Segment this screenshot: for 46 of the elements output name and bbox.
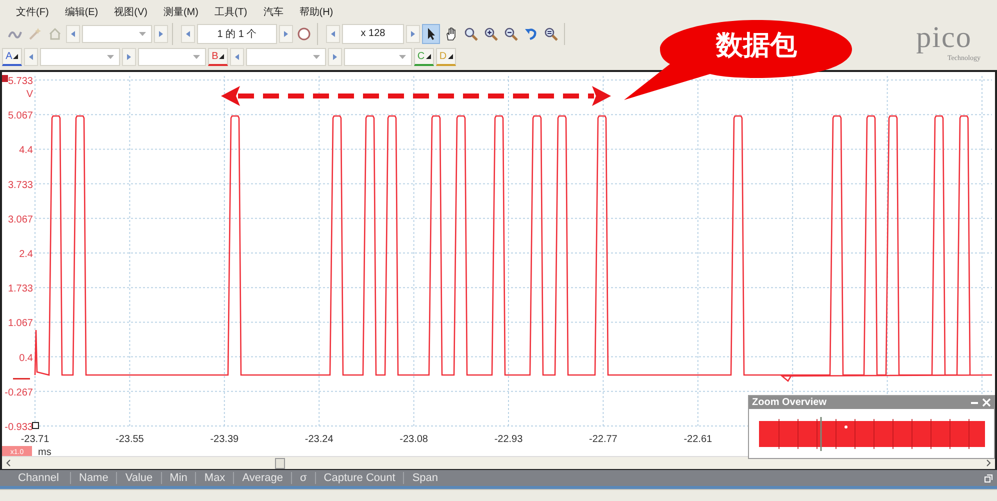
y-axis-label: 0.4 (19, 352, 33, 364)
x-axis-label: -22.61 (684, 434, 712, 445)
x-axis-label: -23.08 (400, 434, 428, 445)
logo-wordmark: pico (916, 22, 972, 54)
column-header[interactable]: Max (195, 472, 234, 484)
panel-title: Zoom Overview (752, 397, 828, 408)
input-toggle[interactable]: C (414, 48, 434, 66)
y-axis-label: 3.733 (8, 180, 33, 191)
menu-item[interactable]: 帮助(H) (291, 5, 342, 19)
y-axis-label: -0.267 (4, 387, 33, 398)
column-header[interactable]: Value (116, 472, 161, 484)
column-header[interactable]: σ (290, 472, 315, 484)
x-axis-label: -23.71 (20, 434, 50, 445)
page-indicator: 1 的 1 个 (197, 24, 277, 44)
y-axis-unit: V (26, 89, 33, 100)
menu-item[interactable]: 文件(F) (8, 5, 57, 19)
callout-text: 数据包 (716, 29, 797, 62)
column-header[interactable]: Min (160, 472, 196, 484)
input-toggle[interactable]: A (2, 48, 22, 66)
menu-item[interactable]: 汽车 (255, 5, 292, 19)
menu-item[interactable]: 视图(V) (106, 5, 156, 19)
x-axis-unit: ms (38, 447, 52, 456)
menu-item[interactable]: 工具(T) (206, 5, 256, 19)
x-axis-label: -22.77 (589, 434, 618, 445)
column-header[interactable]: Channel (10, 472, 70, 484)
x-axis-label: -23.24 (304, 434, 334, 445)
y-axis-label: 5.067 (8, 110, 33, 122)
menu-item[interactable]: 编辑(E) (56, 5, 106, 19)
y-axis-label: 5.733 (8, 76, 33, 87)
x-axis-label: -23.39 (210, 434, 239, 445)
column-header[interactable]: Capture Count (314, 472, 404, 484)
column-header[interactable]: Name (70, 472, 116, 484)
zoom-factor: x 128 (342, 24, 404, 44)
y-axis-label: 4.4 (19, 145, 33, 156)
column-header[interactable]: Average (233, 472, 291, 484)
y-axis-label: -0.933 (4, 422, 33, 433)
menu-item[interactable]: 测量(M) (155, 5, 206, 19)
input-toggle[interactable]: B (208, 48, 228, 66)
input-toggle[interactable]: D (436, 48, 456, 66)
x-axis-label: -22.93 (494, 434, 523, 445)
y-axis-label: 1.733 (8, 284, 33, 295)
y-axis-label: 2.4 (19, 249, 33, 260)
column-header[interactable]: Span (403, 472, 446, 484)
y-axis-label: 1.067 (8, 318, 33, 330)
x-axis-label: -23.55 (116, 434, 144, 445)
y-axis-label: 3.067 (8, 214, 33, 226)
